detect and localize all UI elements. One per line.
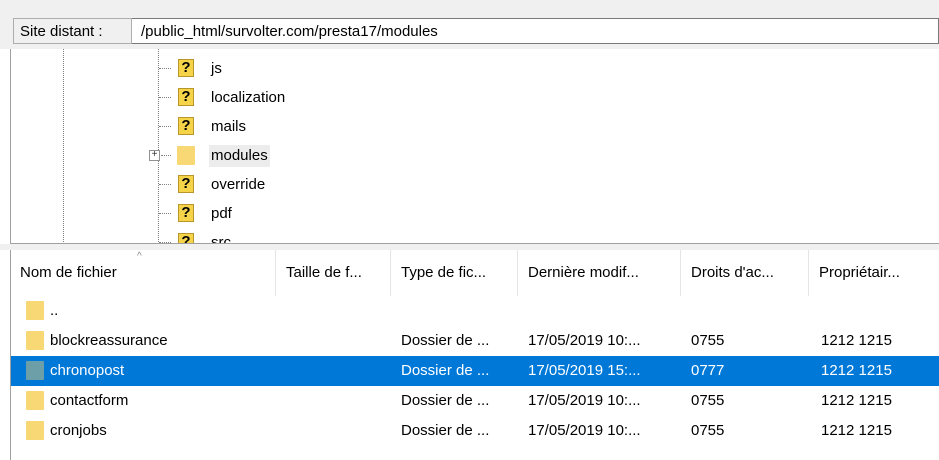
file-row[interactable]: blockreassurance Dossier de ... 17/05/20… (11, 326, 939, 356)
tree-item-src[interactable]: ? src (11, 228, 939, 244)
question-icon: ? (178, 233, 194, 243)
folder-icon (26, 331, 44, 350)
remote-site-path-input[interactable]: /public_html/survolter.com/presta17/modu… (132, 18, 939, 44)
file-modified: 17/05/2019 10:... (528, 422, 641, 439)
tree-item-label: modules (209, 145, 270, 167)
file-row-parent[interactable]: .. (11, 296, 939, 326)
file-name: .. (50, 302, 59, 319)
tree-item-js[interactable]: ? js (11, 54, 939, 83)
expand-plus-icon[interactable]: + (149, 150, 160, 161)
tree-item-label: mails (211, 118, 247, 135)
file-name: blockreassurance (50, 332, 168, 349)
file-modified: 17/05/2019 10:... (528, 392, 641, 409)
file-type: Dossier de ... (401, 392, 490, 409)
folder-icon (177, 146, 195, 165)
remote-directory-tree[interactable]: ? js ? localization ? mails + modules ? … (10, 49, 939, 244)
folder-icon (26, 361, 44, 380)
question-icon: ? (178, 88, 194, 106)
column-header-permissions[interactable]: Droits d'ac... (682, 250, 809, 296)
file-name: contactform (50, 392, 129, 409)
tree-item-modules[interactable]: + modules (11, 141, 939, 170)
tree-item-localization[interactable]: ? localization (11, 83, 939, 112)
tree-item-label: js (211, 60, 222, 77)
file-name: cronjobs (50, 422, 107, 439)
question-icon: ? (178, 175, 194, 193)
column-header-filename[interactable]: Nom de fichier (11, 250, 276, 296)
file-modified: 17/05/2019 10:... (528, 332, 641, 349)
question-icon: ? (178, 117, 194, 135)
file-owner: 1212 1215 (821, 392, 892, 409)
tree-item-label: pdf (211, 205, 232, 222)
sort-ascending-icon: ^ (137, 251, 142, 262)
tree-item-label: override (211, 176, 266, 193)
file-row[interactable]: cronjobs Dossier de ... 17/05/2019 10:..… (11, 416, 939, 446)
file-permissions: 0755 (691, 392, 725, 409)
remote-site-bar: Site distant : /public_html/survolter.co… (0, 0, 939, 49)
tree-item-pdf[interactable]: ? pdf (11, 199, 939, 228)
file-permissions: 0755 (691, 422, 725, 439)
file-type: Dossier de ... (401, 332, 490, 349)
folder-icon (26, 301, 44, 320)
file-modified: 17/05/2019 15:... (528, 362, 641, 379)
question-icon: ? (178, 204, 194, 222)
file-owner: 1212 1215 (821, 332, 892, 349)
file-row-selected[interactable]: chronopost Dossier de ... 17/05/2019 15:… (11, 356, 939, 386)
file-list-header: Nom de fichier ^ Taille de f... Type de … (11, 250, 939, 296)
file-permissions: 0755 (691, 332, 725, 349)
column-header-owner[interactable]: Propriétair... (810, 250, 939, 296)
file-owner: 1212 1215 (821, 422, 892, 439)
file-type: Dossier de ... (401, 422, 490, 439)
file-permissions: 0777 (691, 362, 725, 379)
folder-icon (26, 421, 44, 440)
file-owner: 1212 1215 (821, 362, 892, 379)
tree-item-mails[interactable]: ? mails (11, 112, 939, 141)
column-header-filetype[interactable]: Type de fic... (392, 250, 518, 296)
tree-item-override[interactable]: ? override (11, 170, 939, 199)
folder-icon (26, 391, 44, 410)
question-icon: ? (178, 59, 194, 77)
remote-site-label: Site distant : (13, 18, 132, 44)
column-header-filesize[interactable]: Taille de f... (277, 250, 391, 296)
column-header-last-modified[interactable]: Dernière modif... (519, 250, 681, 296)
file-name: chronopost (50, 362, 125, 379)
remote-file-list[interactable]: Nom de fichier ^ Taille de f... Type de … (10, 250, 939, 460)
tree-item-label: localization (211, 89, 286, 106)
tree-item-label: src (211, 234, 231, 244)
file-type: Dossier de ... (401, 362, 490, 379)
file-row[interactable]: contactform Dossier de ... 17/05/2019 10… (11, 386, 939, 416)
